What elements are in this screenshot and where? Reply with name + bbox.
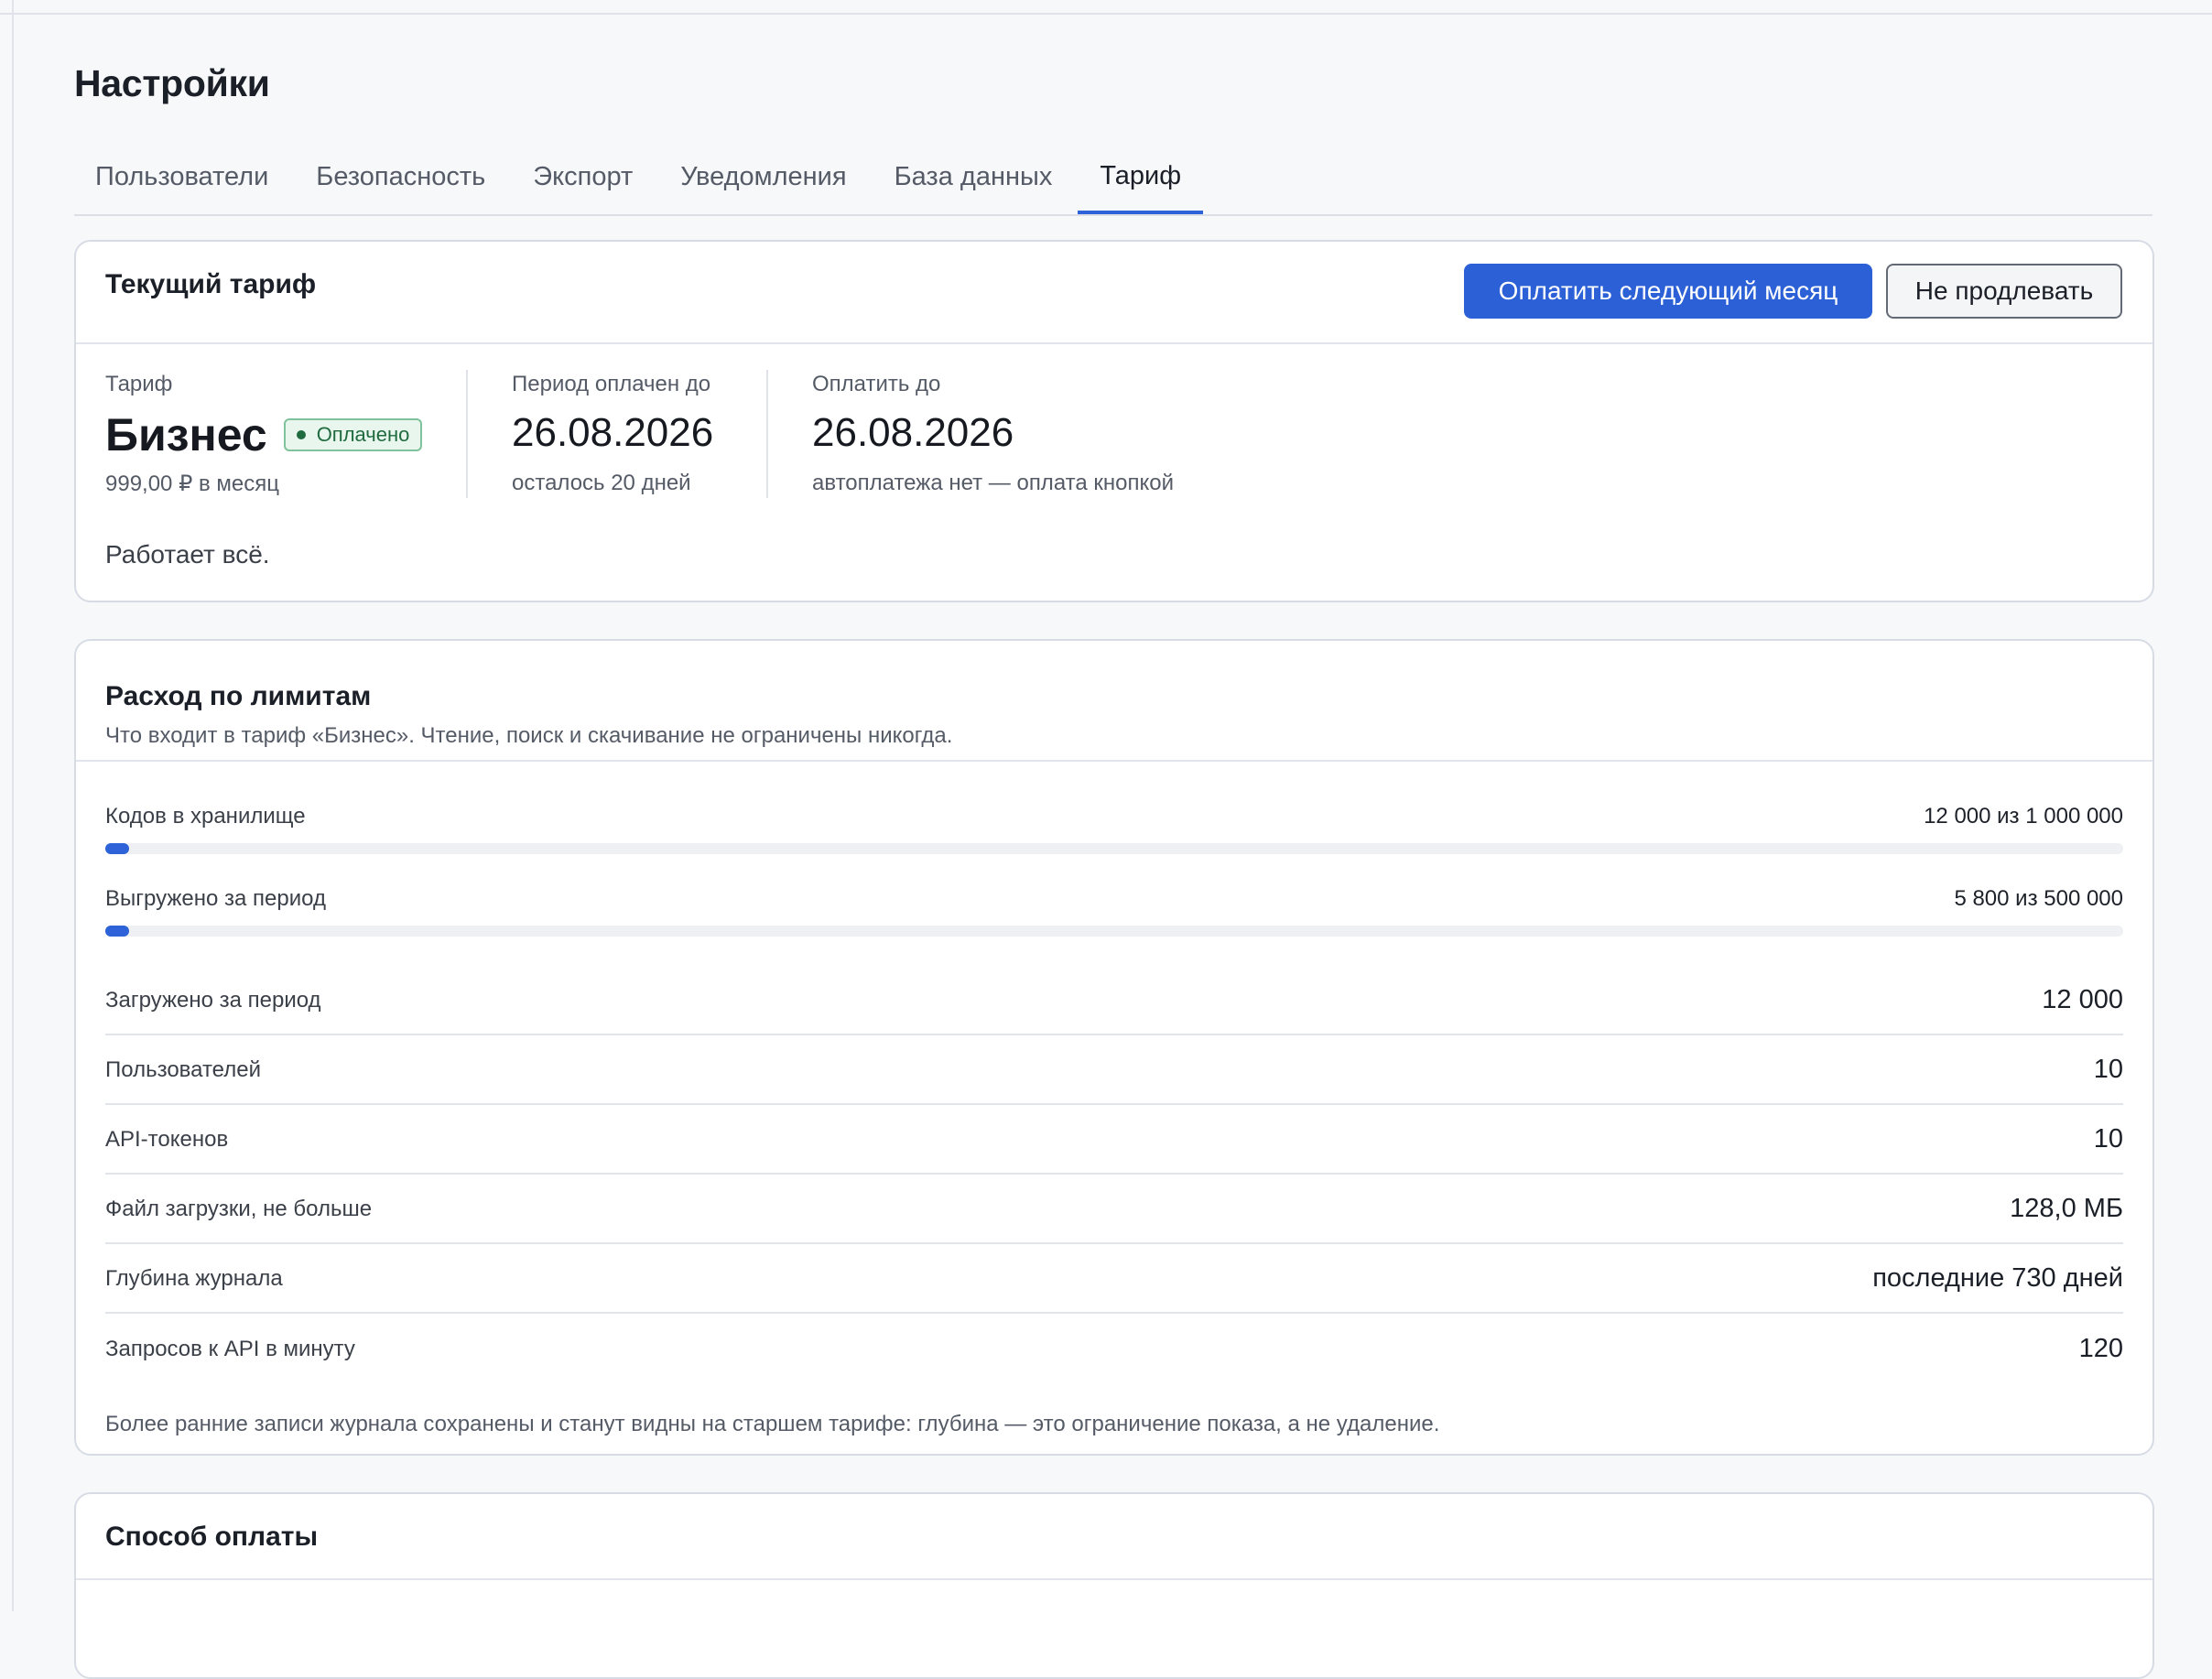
limit-row-file-size: Файл загрузки, не больше 128,0 МБ xyxy=(105,1175,2123,1244)
page-title: Настройки xyxy=(74,62,270,104)
limit-row-api-rate: Запросов к API в минуту 120 xyxy=(105,1315,2123,1383)
limits-header: Расход по лимитам Что входит в тариф «Би… xyxy=(76,641,2152,762)
limits-footnote: Более ранние записи журнала сохранены и … xyxy=(105,1412,1440,1436)
meter-label: Кодов в хранилище xyxy=(105,804,306,829)
payment-method-header: Способ оплаты xyxy=(76,1494,2152,1580)
limit-row-users: Пользователей 10 xyxy=(105,1036,2123,1105)
paid-until-date: 26.08.2026 xyxy=(512,410,714,455)
meter-codes-storage: Кодов в хранилище 12 000 из 1 000 000 xyxy=(105,804,2123,854)
do-not-renew-button[interactable]: Не продлевать xyxy=(1886,264,2122,319)
plan-summary: Тариф Бизнес Оплачено 999,00 ₽ в месяц П… xyxy=(76,344,2152,601)
divider xyxy=(766,370,768,498)
limit-row-uploaded: Загружено за период 12 000 xyxy=(105,967,2123,1035)
tab-security[interactable]: Безопасность xyxy=(294,141,507,212)
days-left: осталось 20 дней xyxy=(512,471,691,495)
status-badge: Оплачено xyxy=(283,418,423,451)
pay-by-cell: Оплатить до 26.08.2026 автоплатежа нет —… xyxy=(812,372,1174,496)
tab-notifications[interactable]: Уведомления xyxy=(658,141,868,212)
plan-status-text: Работает всё. xyxy=(105,540,270,569)
limit-value: последние 730 дней xyxy=(1872,1263,2123,1293)
status-dot-icon xyxy=(296,430,306,439)
tab-database[interactable]: База данных xyxy=(873,141,1075,212)
status-badge-label: Оплачено xyxy=(316,423,410,446)
current-plan-title: Текущий тариф xyxy=(105,269,317,299)
limit-label: Файл загрузки, не больше xyxy=(105,1196,373,1221)
meter-value: 12 000 из 1 000 000 xyxy=(1924,804,2123,829)
paid-until-label: Период оплачен до xyxy=(512,372,711,396)
payment-method-title: Способ оплаты xyxy=(105,1522,319,1552)
limit-row-api-tokens: API-токенов 10 xyxy=(105,1106,2123,1175)
tab-plan[interactable]: Тариф xyxy=(1078,141,1204,214)
limit-value: 128,0 МБ xyxy=(2010,1194,2123,1223)
pay-by-label: Оплатить до xyxy=(812,372,941,396)
meter-value: 5 800 из 500 000 xyxy=(1954,886,2123,911)
progress-fill xyxy=(105,843,130,854)
plan-name-line: Бизнес Оплачено xyxy=(105,408,423,461)
plan-cell: Тариф Бизнес Оплачено 999,00 ₽ в месяц xyxy=(105,372,423,497)
payment-method-card: Способ оплаты xyxy=(74,1492,2154,1679)
progress-track xyxy=(105,843,2123,854)
limit-label: Запросов к API в минуту xyxy=(105,1336,355,1361)
limit-label: Глубина журнала xyxy=(105,1265,283,1291)
plan-label: Тариф xyxy=(105,372,173,396)
settings-tabs: Пользователи Безопасность Экспорт Уведом… xyxy=(74,141,2152,216)
limits-card: Расход по лимитам Что входит в тариф «Би… xyxy=(74,639,2154,1456)
limit-row-log-depth: Глубина журнала последние 730 дней xyxy=(105,1245,2123,1314)
limits-subtitle: Что входит в тариф «Бизнес». Чтение, пои… xyxy=(105,723,953,748)
limit-label: API-токенов xyxy=(105,1126,229,1152)
top-bar xyxy=(0,0,2212,15)
current-plan-header: Текущий тариф Оплатить следующий месяц Н… xyxy=(76,242,2152,344)
current-plan-card: Текущий тариф Оплатить следующий месяц Н… xyxy=(74,240,2154,602)
tab-export[interactable]: Экспорт xyxy=(511,141,655,212)
limit-value: 12 000 xyxy=(2042,985,2123,1014)
sidebar-edge xyxy=(12,0,14,1611)
pay-next-month-button[interactable]: Оплатить следующий месяц xyxy=(1464,264,1872,319)
limit-label: Загружено за период xyxy=(105,987,321,1013)
autopay-note: автоплатежа нет — оплата кнопкой xyxy=(812,471,1174,495)
limits-title: Расход по лимитам xyxy=(105,681,372,711)
tab-users[interactable]: Пользователи xyxy=(74,141,290,212)
limit-value: 10 xyxy=(2093,1124,2123,1154)
limit-value: 10 xyxy=(2093,1055,2123,1084)
paid-until-cell: Период оплачен до 26.08.2026 осталось 20… xyxy=(512,372,713,496)
limit-label: Пользователей xyxy=(105,1056,261,1082)
progress-fill xyxy=(105,926,129,937)
plan-price: 999,00 ₽ в месяц xyxy=(105,471,280,496)
meter-exported-period: Выгружено за период 5 800 из 500 000 xyxy=(105,886,2123,937)
meter-label: Выгружено за период xyxy=(105,886,326,911)
limit-value: 120 xyxy=(2078,1334,2123,1363)
plan-name: Бизнес xyxy=(105,409,267,460)
divider xyxy=(466,370,468,498)
pay-by-date: 26.08.2026 xyxy=(812,410,1014,455)
progress-track xyxy=(105,926,2123,937)
